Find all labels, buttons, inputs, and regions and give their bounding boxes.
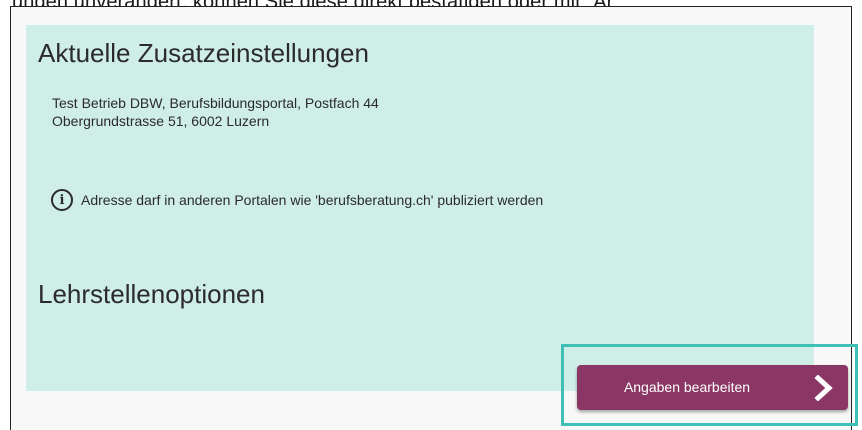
- address-line-2: Obergrundstrasse 51, 6002 Luzern: [52, 113, 270, 129]
- edit-details-button[interactable]: Angaben bearbeiten: [577, 365, 848, 410]
- publication-info-text: Adresse darf in anderen Portalen wie 'be…: [81, 192, 544, 208]
- address-line-1: Test Betrieb DBW, Berufsbildungsportal, …: [52, 95, 379, 111]
- chevron-right-icon: [814, 375, 833, 401]
- screenshot-stage: ungen unverändert, können Sie diese dire…: [0, 0, 862, 430]
- edit-details-label: Angaben bearbeiten: [623, 379, 751, 395]
- panel-title: Aktuelle Zusatzeinstellungen: [38, 38, 369, 68]
- apprenticeship-options-title: Lehrstellenoptionen: [38, 279, 265, 309]
- publication-info: i Adresse darf in anderen Portalen wie '…: [51, 189, 543, 211]
- address-block: Test Betrieb DBW, Berufsbildungsportal, …: [52, 94, 379, 130]
- info-circle-icon: i: [51, 189, 73, 211]
- settings-panel: Aktuelle Zusatzeinstellungen Test Betrie…: [26, 25, 814, 391]
